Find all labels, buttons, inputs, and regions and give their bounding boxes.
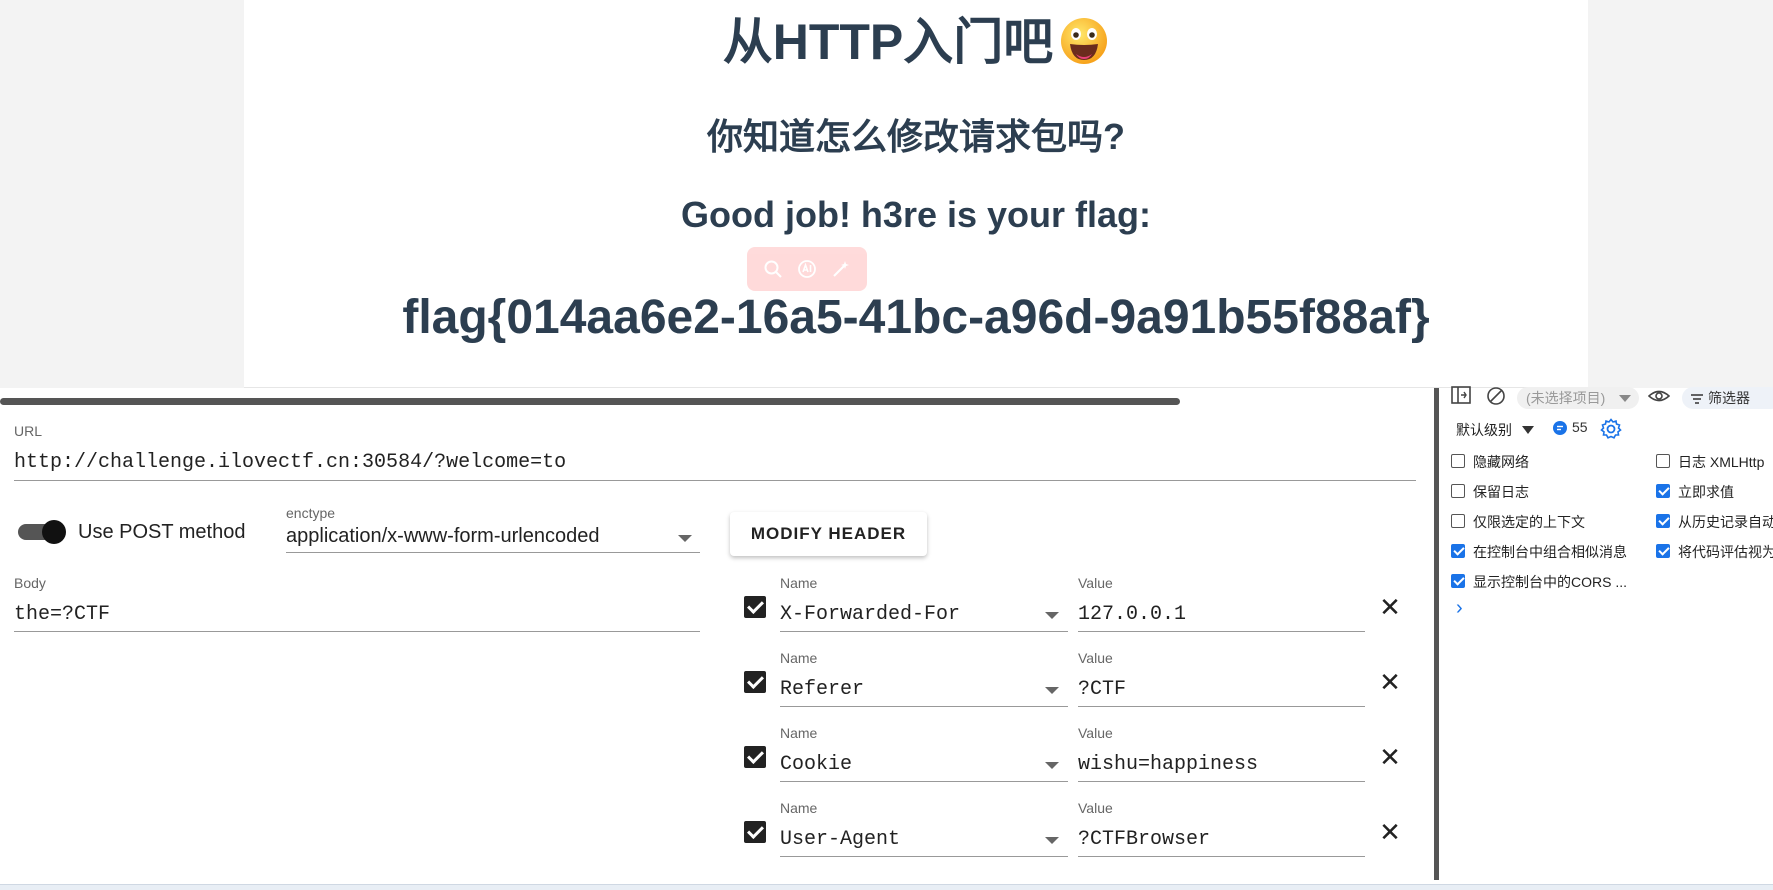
eye-icon[interactable] [1647,387,1671,410]
chevron-down-icon[interactable] [1045,612,1059,619]
header-name-label: Name [780,650,818,666]
header-enabled-checkbox[interactable] [744,596,766,618]
page-subtitle: 你知道怎么修改请求包吗? [707,116,1125,157]
treat-evaluation-label: 将代码评估视为 [1678,544,1773,560]
header-enabled-checkbox[interactable] [744,746,766,768]
header-value-input[interactable]: wishu=happiness [1078,753,1258,776]
preserve-log-label: 保留日志 [1473,484,1529,500]
filter-icon [1691,394,1703,405]
selected-context-only-label: 仅限选定的上下文 [1473,514,1585,530]
remove-header-close-icon[interactable]: ✕ [1378,817,1402,848]
remove-header-close-icon[interactable]: ✕ [1378,667,1402,698]
header-value-underline [1078,706,1365,707]
toggle-knob [42,520,66,544]
chevron-down-icon[interactable] [1045,837,1059,844]
eager-evaluation-checkbox[interactable] [1656,484,1670,498]
url-input-underline [14,480,1416,481]
header-enabled-checkbox[interactable] [744,671,766,693]
eager-evaluation-label: 立即求值 [1678,484,1734,500]
hide-network-label: 隐藏网络 [1473,454,1529,470]
group-similar-label: 在控制台中组合相似消息 [1473,544,1627,560]
messages-icon [1552,420,1568,441]
treat-evaluation-checkbox[interactable] [1656,544,1670,558]
url-label: URL [14,423,43,439]
gear-icon[interactable] [1600,418,1622,445]
use-post-label: Use POST method [78,521,246,543]
message-count: 55 [1572,419,1588,435]
log-xmlhttp-checkbox[interactable] [1656,454,1670,468]
header-value-underline [1078,856,1365,857]
header-value-underline [1078,781,1365,782]
header-value-label: Value [1078,725,1113,741]
header-name-underline [780,856,1068,857]
chevron-down-icon [1619,395,1631,402]
page-content-card: 从HTTP入门吧 你知道怎么修改请求包吗? Good job! h3re is … [244,0,1588,388]
sidebar-toggle-icon[interactable] [1451,386,1471,409]
header-name-select[interactable]: User-Agent [780,828,900,851]
body-underline [14,631,700,632]
remove-header-close-icon[interactable]: ✕ [1378,742,1402,773]
page-title: 从HTTP入门吧 [244,2,1588,74]
header-value-label: Value [1078,650,1113,666]
show-cors-errors-checkbox[interactable] [1451,574,1465,588]
group-similar-checkbox[interactable] [1451,544,1465,558]
hide-network-checkbox[interactable] [1451,454,1465,468]
enctype-select[interactable]: application/x-www-form-urlencoded [286,525,599,548]
console-prompt[interactable]: › [1456,597,1463,620]
enctype-label: enctype [286,505,336,521]
body-label: Body [14,575,46,591]
good-job-message: Good job! h3re is your flag: [680,194,1152,235]
screen: 从HTTP入门吧 你知道怎么修改请求包吗? Good job! h3re is … [0,0,1773,890]
header-name-underline [780,631,1068,632]
remove-header-close-icon[interactable]: ✕ [1378,592,1402,623]
context-selector[interactable]: (未选择项目) [1517,387,1639,409]
header-name-select[interactable]: Cookie [780,753,852,776]
log-level-select[interactable]: 默认级别 [1456,420,1512,440]
url-input[interactable]: http://challenge.ilovectf.cn:30584/?welc… [14,451,566,474]
web-page-viewport: 从HTTP入门吧 你知道怎么修改请求包吗? Good job! h3re is … [0,0,1773,388]
context-selector-label: (未选择项目) [1526,390,1606,406]
header-name-label: Name [780,800,818,816]
selected-context-only-checkbox[interactable] [1451,514,1465,528]
chevron-down-icon[interactable] [1045,687,1059,694]
magic-wand-icon[interactable] [831,259,851,279]
header-name-select[interactable]: X-Forwarded-For [780,603,960,626]
chevron-down-icon[interactable] [678,535,692,542]
chevron-down-icon[interactable] [1522,426,1534,434]
header-name-label: Name [780,725,818,741]
modify-header-button[interactable]: MODIFY HEADER [730,512,927,556]
body-input[interactable]: the=?CTF [14,603,110,626]
clear-console-icon[interactable] [1486,386,1506,411]
preserve-log-checkbox[interactable] [1451,484,1465,498]
header-value-input[interactable]: ?CTF [1078,678,1126,701]
floating-selection-toolbar [747,247,867,291]
chevron-down-icon[interactable] [1045,762,1059,769]
search-icon[interactable] [763,259,783,279]
header-name-underline [780,706,1068,707]
filter-label: 筛选器 [1708,390,1750,406]
flag-text: flag{014aa6e2-16a5-41bc-a96d-9a91b55f88a… [402,291,1430,344]
header-name-select[interactable]: Referer [780,678,864,701]
grinning-face-emoji-icon [1061,17,1108,64]
log-xmlhttp-label: 日志 XMLHttp [1678,454,1765,470]
page-title-text: 从HTTP入门吧 [722,14,1054,70]
ai-assistant-icon[interactable] [797,259,817,279]
show-cors-errors-label: 显示控制台中的CORS ... [1473,574,1628,590]
header-enabled-checkbox[interactable] [744,821,766,843]
header-value-label: Value [1078,575,1113,591]
header-value-underline [1078,631,1365,632]
header-value-label: Value [1078,800,1113,816]
autocomplete-history-checkbox[interactable] [1656,514,1670,528]
filter-button[interactable]: 筛选器 [1682,387,1773,409]
autocomplete-history-label: 从历史记录自动 [1678,514,1773,530]
header-value-input[interactable]: 127.0.0.1 [1078,603,1186,626]
header-name-underline [780,781,1068,782]
header-name-label: Name [780,575,818,591]
use-post-toggle[interactable] [18,520,66,544]
window-bottom-edge [0,884,1773,890]
enctype-underline [286,552,700,553]
horizontal-scrollbar[interactable] [0,398,1180,405]
header-value-input[interactable]: ?CTFBrowser [1078,828,1210,851]
